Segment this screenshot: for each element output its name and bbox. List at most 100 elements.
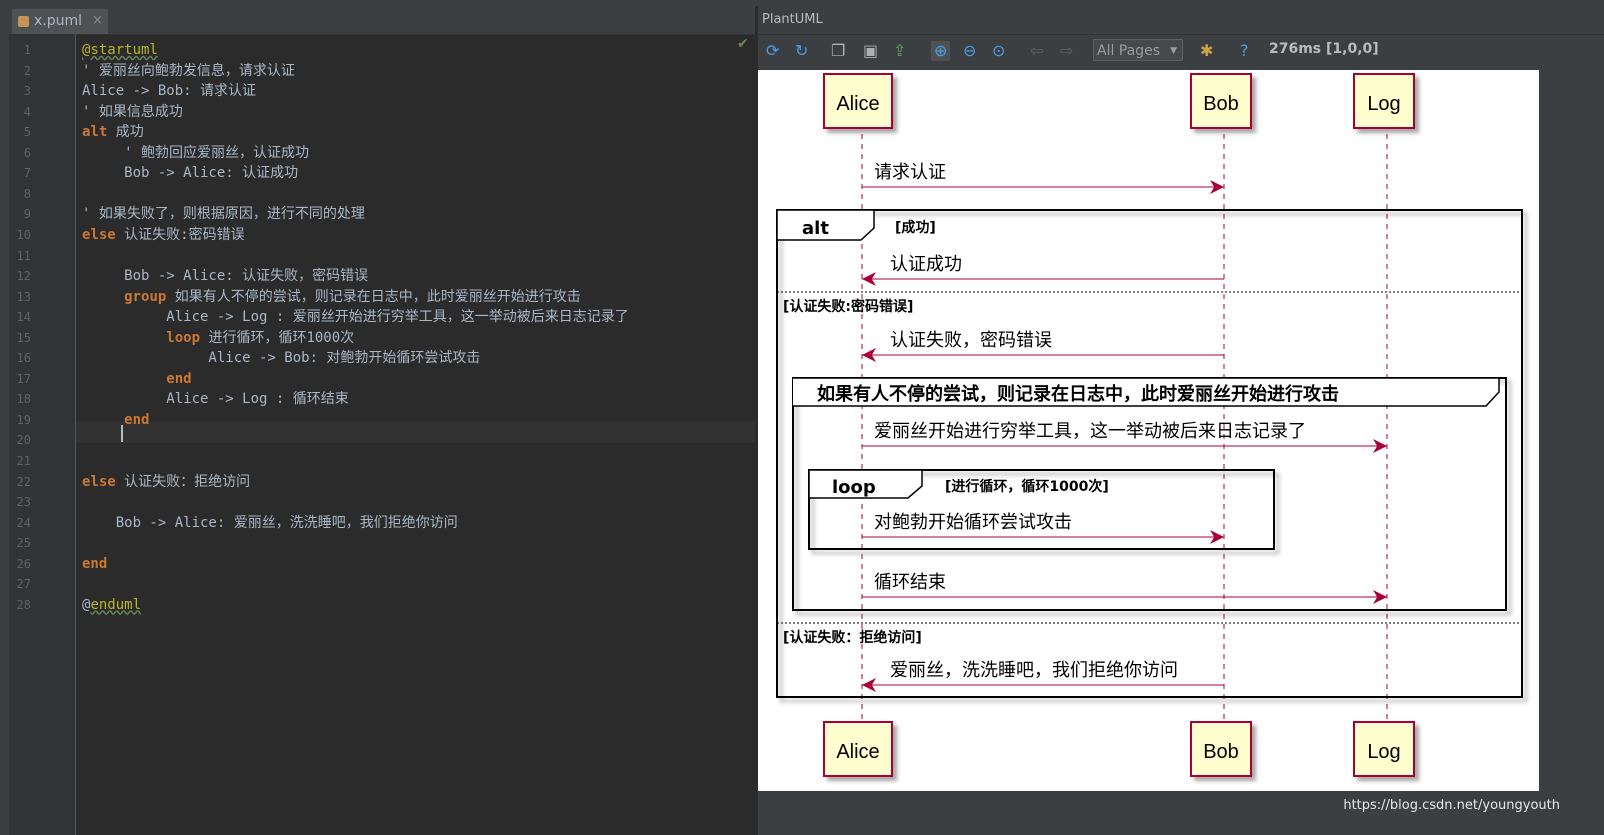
auto-refresh-icon[interactable]: ↻ bbox=[795, 41, 808, 61]
diagram-canvas[interactable]: Alice Bob Log 请求认证 alt [成功] [认证失败:密码错误] bbox=[758, 70, 1539, 791]
editor-tab-x-puml[interactable]: x.puml × bbox=[12, 9, 108, 34]
participant-label: Bob bbox=[1203, 93, 1239, 115]
alt-keyword: alt bbox=[802, 218, 829, 239]
code-line: group 如果有人不停的尝试，则记录在日志中，此时爱丽丝开始进行攻击 bbox=[82, 287, 581, 307]
participant-alice-top: Alice bbox=[823, 73, 893, 129]
code-keyword: end bbox=[124, 411, 150, 428]
participant-log-bottom: Log bbox=[1353, 721, 1415, 777]
code-line: Bob -> Alice: 认证失败，密码错误 bbox=[82, 266, 368, 286]
plantuml-panel-title: PlantUML bbox=[762, 12, 823, 27]
participant-bob-bottom: Bob bbox=[1190, 721, 1252, 777]
line-number: 18 bbox=[16, 392, 31, 407]
code-line: @startuml bbox=[82, 40, 158, 60]
code-line: ' 鲍勃回应爱丽丝，认证成功 bbox=[82, 143, 309, 163]
message-label: 请求认证 bbox=[874, 162, 946, 183]
line-number: 20 bbox=[16, 433, 31, 448]
code-line: Alice -> Bob: 请求认证 bbox=[82, 81, 256, 101]
code-text: Alice -> Bob: 对鲍勃开始循环尝试攻击 bbox=[82, 350, 481, 367]
code-area[interactable]: @startuml ' 爱丽丝向鲍勃发信息，请求认证 Alice -> Bob: 请… bbox=[76, 34, 775, 835]
plantuml-toolbar: ⟳ ↻ ❐ ▣ ⇪ ⊕ ⊖ ⊙ ⇦ ⇨ All Pages ▼ ✱ ? 276m… bbox=[758, 34, 1604, 67]
code-line: else 认证失败:密码错误 bbox=[82, 225, 245, 245]
code-text: ' 如果失败了，则根据原因，进行不同的处理 bbox=[82, 206, 365, 223]
line-number: 4 bbox=[23, 104, 31, 119]
code-line: end bbox=[82, 554, 107, 574]
next-page-icon[interactable]: ⇨ bbox=[1060, 41, 1073, 61]
code-line: alt 成功 bbox=[82, 122, 144, 142]
copy-icon[interactable]: ❐ bbox=[831, 41, 845, 61]
code-keyword: group bbox=[124, 288, 167, 305]
message-label: 循环结束 bbox=[874, 572, 946, 593]
line-number: 11 bbox=[16, 248, 31, 263]
plantuml-panel: PlantUML ⟳ ↻ ❐ ▣ ⇪ ⊕ ⊖ ⊙ ⇦ ⇨ All Pages ▼… bbox=[758, 6, 1604, 835]
code-line: Alice -> Log : 爱丽丝开始进行穷举工具，这一举动被后来日志记录了 bbox=[82, 307, 628, 327]
line-number: 3 bbox=[23, 84, 31, 99]
current-line-highlight bbox=[76, 422, 756, 443]
line-number-gutter: 1 2 3 4 5 6 7 8 9 10 11 12 13 14 15 16 17 18 19 20 21 22 23 24 2… bbox=[9, 34, 76, 835]
export-icon[interactable]: ⇪ bbox=[893, 41, 906, 61]
alt-fragment: alt [成功] [认证失败:密码错误] [认证失败：拒绝访问] bbox=[776, 209, 1523, 698]
participant-bob-top: Bob bbox=[1190, 73, 1252, 129]
participant-label: Bob bbox=[1203, 741, 1239, 763]
line-number: 13 bbox=[16, 289, 31, 304]
line-number: 22 bbox=[16, 474, 31, 489]
line-number: 9 bbox=[23, 207, 31, 222]
settings-icon[interactable]: ✱ bbox=[1200, 41, 1213, 61]
code-keyword: end bbox=[82, 555, 108, 572]
participant-label: Alice bbox=[836, 93, 879, 115]
code-line: loop 进行循环，循环1000次 bbox=[82, 328, 354, 348]
line-number: 25 bbox=[16, 536, 31, 551]
code-text: 认证失败:密码错误 bbox=[115, 226, 245, 243]
loop-keyword: loop bbox=[832, 477, 876, 498]
zoom-out-icon[interactable]: ⊖ bbox=[963, 41, 976, 61]
code-line: end bbox=[82, 410, 149, 430]
line-number: 2 bbox=[23, 63, 31, 78]
inspection-ok-icon: ✔ bbox=[737, 36, 749, 52]
code-line: Bob -> Alice: 认证成功 bbox=[82, 163, 298, 183]
code-text: Bob -> Alice: 认证失败，密码错误 bbox=[82, 268, 369, 285]
code-text: Alice -> Log : 循环结束 bbox=[82, 391, 349, 408]
participant-label: Log bbox=[1367, 741, 1400, 763]
line-number: 21 bbox=[16, 454, 31, 468]
code-text: 如果有人不停的尝试，则记录在日志中，此时爱丽丝开始进行攻击 bbox=[166, 288, 581, 305]
code-text: Bob -> Alice: 认证成功 bbox=[82, 165, 299, 182]
puml-file-icon bbox=[18, 16, 29, 27]
code-line: Alice -> Log : 循环结束 bbox=[82, 389, 349, 409]
code-keyword: alt bbox=[82, 124, 108, 141]
code-line: ' 爱丽丝向鲍勃发信息，请求认证 bbox=[82, 61, 295, 81]
participant-label: Log bbox=[1367, 93, 1400, 115]
line-number: 28 bbox=[16, 597, 31, 612]
line-number: 14 bbox=[16, 310, 31, 325]
line-number: 19 bbox=[16, 412, 31, 427]
prev-page-icon[interactable]: ⇦ bbox=[1030, 41, 1043, 61]
loop-condition: [进行循环，循环1000次] bbox=[945, 478, 1109, 495]
code-text: ' 如果信息成功 bbox=[82, 103, 183, 120]
code-text: 成功 bbox=[107, 124, 144, 141]
line-number: 17 bbox=[16, 371, 31, 386]
chevron-down-icon: ▼ bbox=[1170, 46, 1177, 56]
sequence-diagram: Alice Bob Log 请求认证 alt [成功] [认证失败:密码错误] bbox=[776, 73, 1523, 777]
line-number: 1 bbox=[23, 43, 31, 57]
zoom-fit-icon[interactable]: ⊙ bbox=[992, 41, 1005, 61]
code-text: 进行循环，循环1000次 bbox=[200, 329, 355, 346]
participant-label: Alice bbox=[836, 741, 879, 763]
help-icon[interactable]: ? bbox=[1240, 41, 1249, 61]
message-label: 爱丽丝，洗洗睡吧，我们拒绝你访问 bbox=[890, 660, 1178, 681]
line-number: 8 bbox=[23, 186, 31, 201]
line-number: 16 bbox=[16, 351, 31, 366]
line-number: 7 bbox=[23, 166, 31, 181]
participant-log-top: Log bbox=[1353, 73, 1415, 129]
save-icon[interactable]: ▣ bbox=[863, 41, 878, 61]
else-condition: [认证失败:密码错误] bbox=[783, 298, 913, 315]
zoom-actual-icon[interactable]: ⊕ bbox=[931, 41, 951, 61]
else-condition: [认证失败：拒绝访问] bbox=[783, 629, 922, 646]
code-line: ' 如果信息成功 bbox=[82, 102, 183, 122]
alt-condition: [成功] bbox=[895, 219, 936, 236]
close-tab-icon[interactable]: × bbox=[92, 13, 103, 28]
pages-select[interactable]: All Pages ▼ bbox=[1093, 39, 1183, 61]
refresh-icon[interactable]: ⟳ bbox=[766, 41, 779, 61]
code-line: Bob -> Alice: 爱丽丝，洗洗睡吧，我们拒绝你访问 bbox=[82, 513, 458, 533]
code-line: else 认证失败：拒绝访问 bbox=[82, 472, 250, 492]
